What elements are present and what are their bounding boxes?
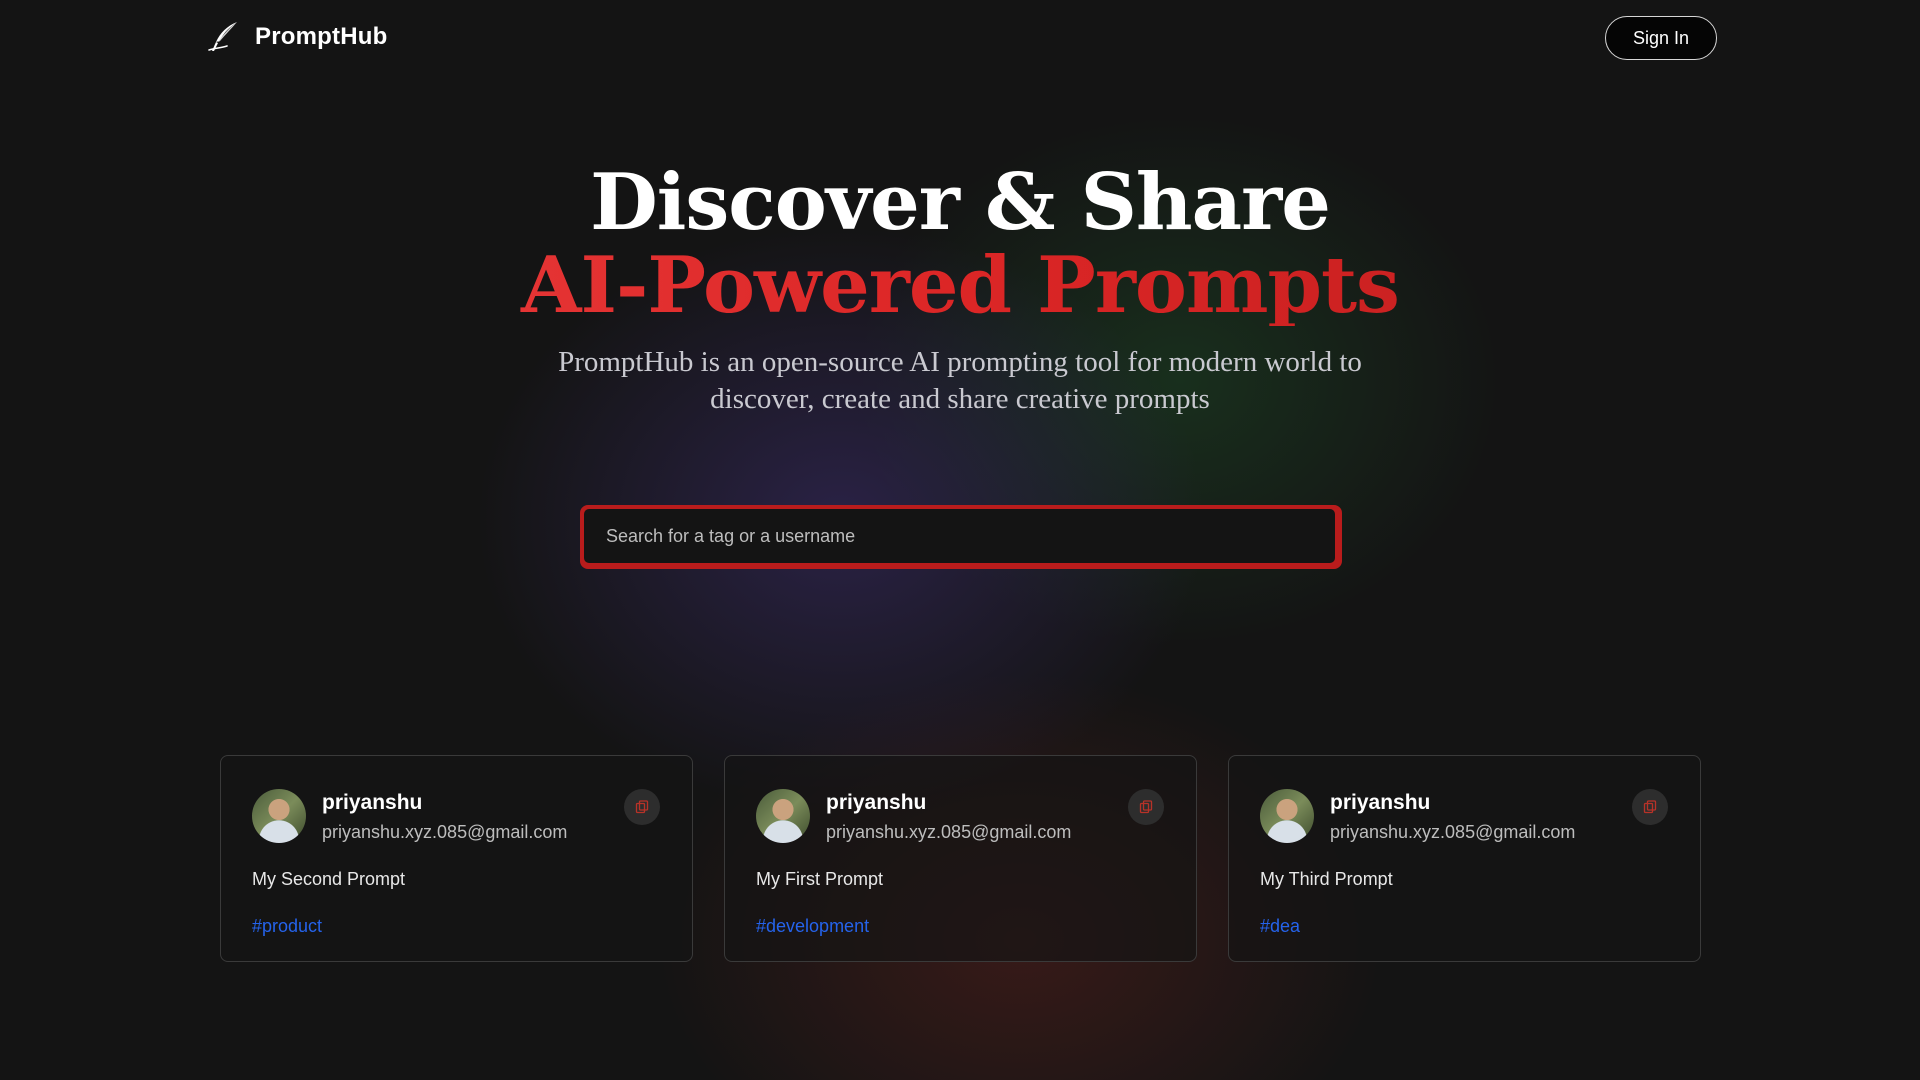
card-username[interactable]: priyanshu: [1330, 791, 1430, 815]
copy-button[interactable]: [1632, 789, 1668, 825]
copy-icon: [1643, 800, 1657, 814]
hero-title-line-2: AI-Powered Prompts: [0, 246, 1920, 326]
hero-subtitle: PromptHub is an open-source AI prompting…: [558, 346, 1362, 415]
hero-title: Discover & Share AI-Powered Prompts: [0, 160, 1920, 326]
quill-icon: [208, 22, 237, 51]
prompt-card[interactable]: priyanshu priyanshu.xyz.085@gmail.com My…: [724, 755, 1197, 962]
avatar[interactable]: [252, 789, 306, 843]
card-email: priyanshu.xyz.085@gmail.com: [1330, 822, 1576, 842]
navbar: PromptHub Sign In: [0, 0, 1920, 76]
prompt-card[interactable]: priyanshu priyanshu.xyz.085@gmail.com My…: [1228, 755, 1701, 962]
copy-icon: [635, 800, 649, 814]
prompt-card[interactable]: priyanshu priyanshu.xyz.085@gmail.com My…: [220, 755, 693, 962]
hero-section: Discover & Share AI-Powered Prompts Prom…: [0, 160, 1920, 418]
avatar[interactable]: [1260, 789, 1314, 843]
card-tag[interactable]: #product: [252, 916, 322, 937]
card-prompt-text: My First Prompt: [756, 869, 884, 889]
prompt-card-list: priyanshu priyanshu.xyz.085@gmail.com My…: [220, 755, 1701, 962]
card-tag[interactable]: #development: [756, 916, 869, 937]
card-prompt-text: My Third Prompt: [1260, 869, 1393, 889]
copy-button[interactable]: [1128, 789, 1164, 825]
sign-in-button[interactable]: Sign In: [1605, 16, 1717, 60]
card-email: priyanshu.xyz.085@gmail.com: [322, 822, 568, 842]
card-username[interactable]: priyanshu: [826, 791, 926, 815]
avatar[interactable]: [756, 789, 810, 843]
search-box: [580, 505, 1342, 569]
hero-title-line-1: Discover & Share: [590, 157, 1331, 248]
brand-name: PromptHub: [255, 23, 388, 50]
brand-link[interactable]: PromptHub: [207, 20, 387, 54]
card-username[interactable]: priyanshu: [322, 791, 422, 815]
search-input[interactable]: [584, 509, 1335, 563]
copy-icon: [1139, 800, 1153, 814]
card-tag[interactable]: #dea: [1260, 916, 1300, 937]
copy-button[interactable]: [624, 789, 660, 825]
card-prompt-text: My Second Prompt: [252, 869, 406, 889]
card-email: priyanshu.xyz.085@gmail.com: [826, 822, 1072, 842]
